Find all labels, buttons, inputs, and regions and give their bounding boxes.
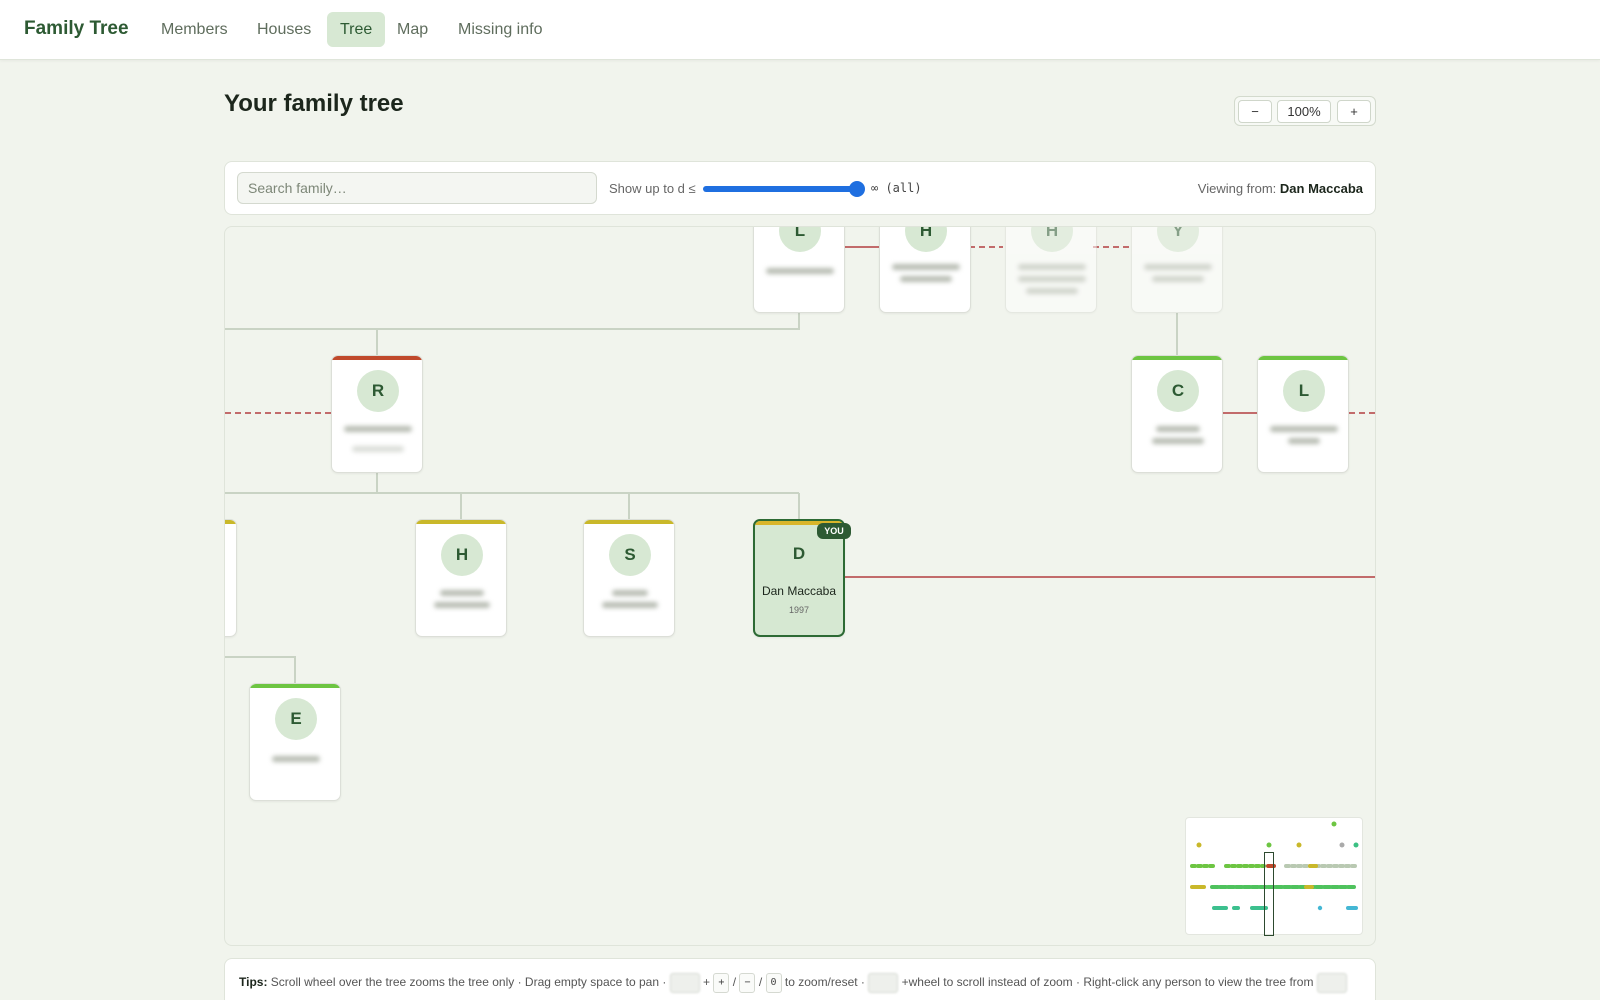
viewing-name[interactable]: Dan Maccaba: [1280, 181, 1363, 196]
house-color-bar: [1132, 356, 1222, 360]
house-color-bar: [584, 520, 674, 524]
tab-tree[interactable]: Tree: [327, 12, 386, 47]
zoom-in-button[interactable]: +: [1337, 100, 1371, 123]
redacted-name: [272, 756, 320, 762]
tips-label: Tips:: [239, 975, 268, 990]
person-card[interactable]: L: [753, 227, 845, 313]
person-avatar: D: [792, 544, 806, 563]
redacted-name: [612, 590, 648, 596]
key-plus: +: [713, 973, 730, 993]
person-name: Dan Maccaba: [761, 584, 837, 598]
key-zero: 0: [765, 973, 782, 993]
tips-separator: /: [732, 975, 737, 990]
redacted-name: [434, 602, 490, 608]
redacted-key: [868, 973, 899, 993]
viewing-from: Viewing from: Dan Maccaba: [1198, 181, 1363, 196]
tips-separator: /: [758, 975, 763, 990]
zoom-level-button[interactable]: 100%: [1277, 100, 1331, 123]
house-color-bar: [225, 520, 236, 524]
brand-logo[interactable]: Family Tree: [24, 18, 129, 40]
parent-link: [376, 471, 799, 494]
redacted-name: [1156, 426, 1200, 432]
depth-value: ∞ (all): [871, 181, 922, 195]
person-card[interactable]: E: [249, 683, 341, 801]
redacted-name: [766, 268, 834, 274]
person-card[interactable]: H: [415, 519, 507, 637]
redacted-name: [892, 264, 960, 270]
minimap[interactable]: [1185, 817, 1363, 936]
person-avatar: H: [905, 227, 947, 252]
tips-bar: Tips: Scroll wheel over the tree zooms t…: [224, 958, 1376, 1000]
zoom-controls: − 100% +: [1234, 96, 1376, 126]
person-card[interactable]: L: [1257, 355, 1349, 473]
person-avatar: Y: [1157, 227, 1199, 252]
parent-link: [225, 313, 800, 330]
depth-label: Show up to d ≤: [609, 181, 696, 196]
person-avatar: C: [1157, 370, 1199, 412]
person-avatar: H: [1031, 227, 1073, 252]
redacted-name: [1018, 264, 1086, 270]
redacted-name: [1018, 276, 1086, 282]
tree-canvas[interactable]: L H H Y R C L H S D Dan Maccaba 1997 YOU…: [224, 226, 1376, 946]
redacted-name: [1152, 438, 1204, 444]
minimap-viewport[interactable]: [1264, 852, 1274, 936]
search-input[interactable]: [237, 172, 597, 204]
tab-map[interactable]: Map: [384, 12, 441, 47]
tree-controls: Show up to d ≤ ∞ (all) Viewing from: Dan…: [224, 161, 1376, 215]
tips-separator: +: [703, 975, 711, 990]
redacted-key: [669, 973, 700, 993]
house-color-bar: [250, 684, 340, 688]
depth-slider-thumb[interactable]: [849, 181, 865, 197]
redacted-name: [1288, 438, 1320, 444]
top-nav: Family Tree Members Houses Tree Map Miss…: [0, 0, 1600, 60]
minimap-dots: [1190, 821, 1359, 911]
redacted-key: [1316, 973, 1347, 993]
house-color-bar: [1258, 356, 1348, 360]
person-card[interactable]: C: [1131, 355, 1223, 473]
house-color-bar: [416, 520, 506, 524]
tab-houses[interactable]: Houses: [244, 12, 324, 47]
redacted-name: [344, 426, 412, 432]
person-card[interactable]: Y: [1131, 227, 1223, 313]
person-avatar: E: [275, 698, 317, 740]
redacted-name: [1026, 288, 1078, 294]
redacted-name: [900, 276, 952, 282]
person-card[interactable]: S: [583, 519, 675, 637]
person-card[interactable]: H: [1005, 227, 1097, 313]
house-color-bar: [332, 356, 422, 360]
tips-text: to zoom/reset ·: [784, 975, 865, 990]
person-avatar: L: [779, 227, 821, 252]
redacted-year: [352, 446, 404, 452]
tab-members[interactable]: Members: [148, 12, 241, 47]
page-title: Your family tree: [224, 90, 404, 117]
redacted-name: [1152, 276, 1204, 282]
viewing-label: Viewing from:: [1197, 181, 1277, 196]
person-avatar: L: [1283, 370, 1325, 412]
redacted-name: [602, 602, 658, 608]
tips-text: Scroll wheel over the tree zooms the tre…: [270, 975, 667, 990]
person-avatar: S: [609, 534, 651, 576]
redacted-name: [440, 590, 484, 596]
person-avatar: R: [357, 370, 399, 412]
key-minus: −: [739, 973, 756, 993]
person-card[interactable]: H: [879, 227, 971, 313]
redacted-name: [1144, 264, 1212, 270]
depth-slider-track[interactable]: [703, 186, 857, 192]
person-birth-year: 1997: [788, 605, 810, 615]
zoom-out-button[interactable]: −: [1238, 100, 1272, 123]
person-card[interactable]: [225, 519, 237, 637]
parent-link: [225, 656, 296, 683]
tips-text: +wheel to scroll instead of zoom · Right…: [901, 975, 1314, 990]
person-avatar: H: [441, 534, 483, 576]
tab-missing-info[interactable]: Missing info: [445, 12, 555, 47]
you-badge: YOU: [817, 523, 851, 539]
person-card[interactable]: R: [331, 355, 423, 473]
redacted-name: [1270, 426, 1338, 432]
minimap-overview: [1190, 821, 1359, 911]
